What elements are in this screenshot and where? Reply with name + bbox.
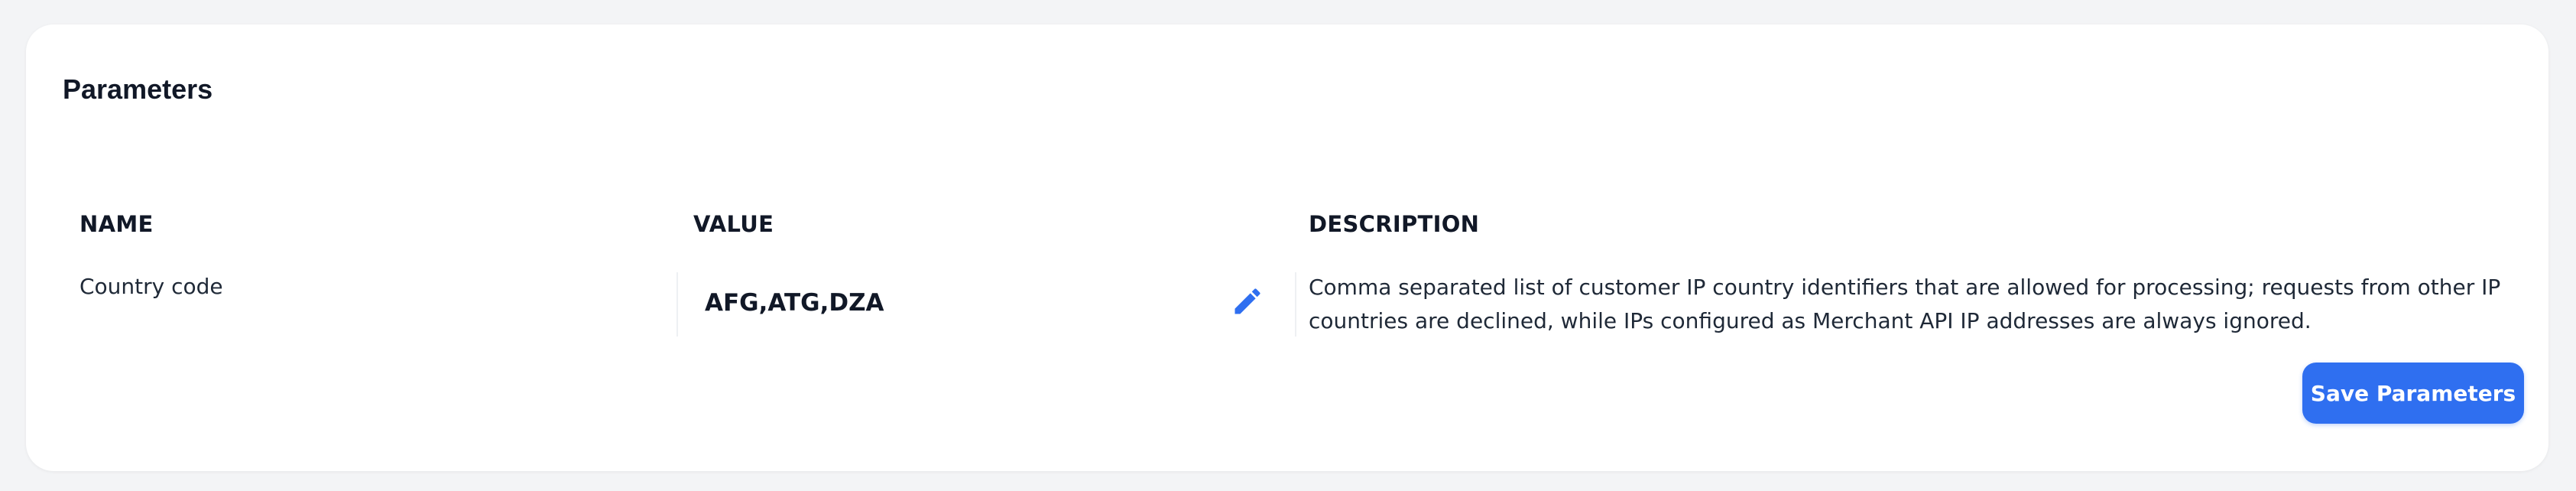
save-parameters-button[interactable]: Save Parameters bbox=[2302, 363, 2524, 424]
parameter-value[interactable]: AFG,ATG,DZA bbox=[705, 289, 884, 317]
parameters-card bbox=[26, 24, 2548, 471]
column-divider bbox=[676, 272, 678, 337]
column-header-description: DESCRIPTION bbox=[1309, 211, 1480, 237]
panel-title: Parameters bbox=[63, 73, 213, 105]
column-divider bbox=[1295, 272, 1296, 337]
column-header-value: VALUE bbox=[693, 211, 774, 237]
parameter-name: Country code bbox=[79, 274, 223, 299]
pencil-icon bbox=[1234, 288, 1260, 314]
column-header-name: NAME bbox=[79, 211, 154, 237]
edit-value-button[interactable] bbox=[1228, 281, 1267, 321]
parameter-description: Comma separated list of customer IP coun… bbox=[1309, 275, 2501, 333]
